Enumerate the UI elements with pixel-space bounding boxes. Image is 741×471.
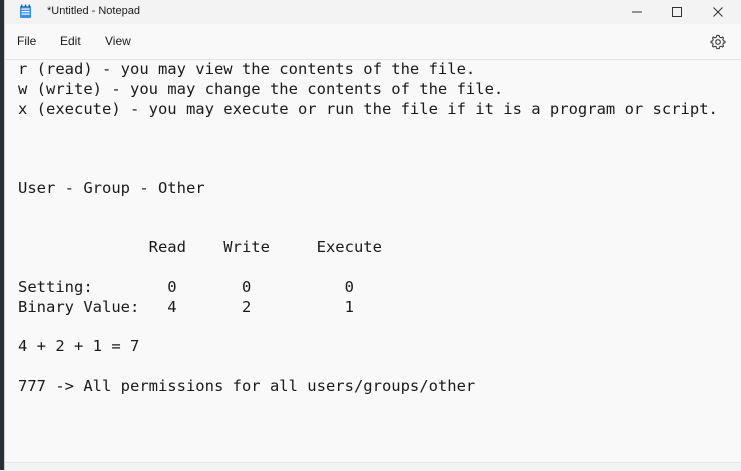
menu-view[interactable]: View bbox=[105, 34, 131, 48]
close-icon bbox=[713, 7, 723, 17]
text-editor-area[interactable]: r (read) - you may view the contents of … bbox=[5, 59, 741, 465]
menu-edit[interactable]: Edit bbox=[60, 34, 81, 48]
maximize-button[interactable] bbox=[657, 0, 697, 24]
notepad-window: *Untitled - Notepad File Edit View r (re… bbox=[4, 0, 741, 471]
window-title: *Untitled - Notepad bbox=[47, 5, 140, 17]
document-text[interactable]: r (read) - you may view the contents of … bbox=[18, 60, 718, 397]
menu-bar: File Edit View bbox=[5, 24, 741, 59]
gear-icon[interactable] bbox=[709, 33, 727, 51]
title-bar: *Untitled - Notepad bbox=[5, 0, 741, 24]
minimize-button[interactable] bbox=[617, 0, 657, 24]
menu-file[interactable]: File bbox=[17, 34, 36, 48]
close-button[interactable] bbox=[698, 0, 738, 24]
notepad-icon bbox=[20, 4, 31, 18]
maximize-icon bbox=[672, 7, 682, 17]
minimize-icon bbox=[632, 11, 642, 13]
